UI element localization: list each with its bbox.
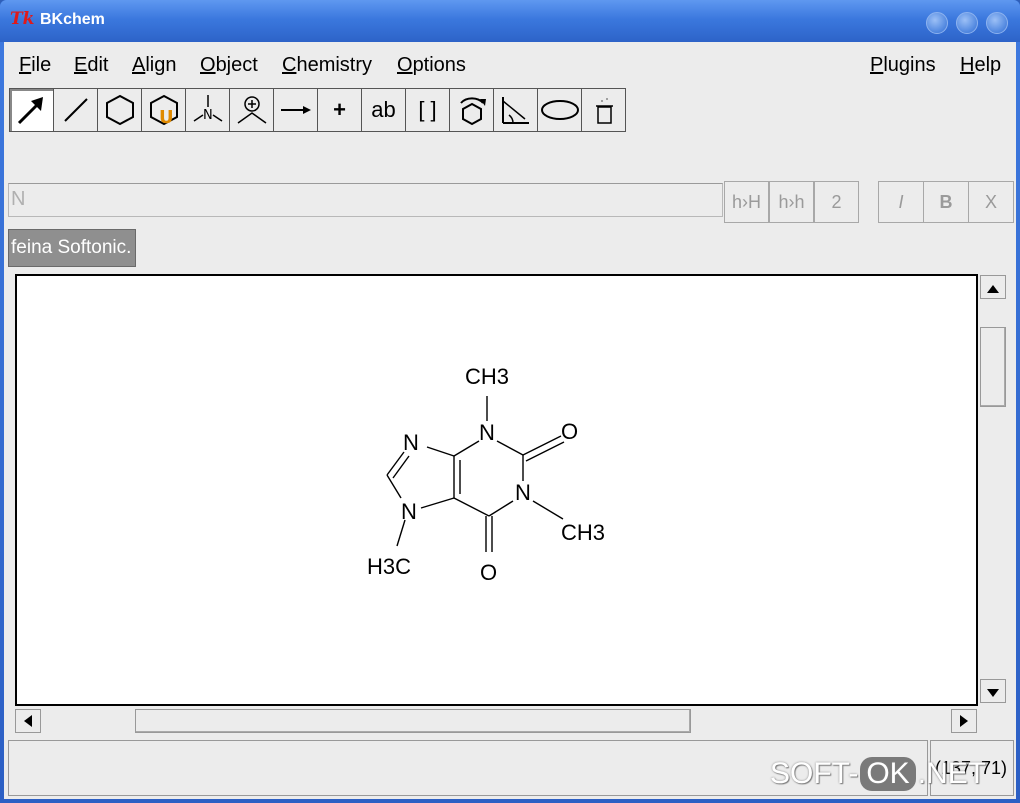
mode-toolbar: U N + ab []: [9, 88, 626, 132]
draw-ellipse-button[interactable]: [537, 88, 582, 132]
menu-align[interactable]: Align: [132, 54, 176, 77]
svg-text:U: U: [159, 107, 174, 127]
plus-button[interactable]: +: [317, 88, 362, 132]
n3-atom-label[interactable]: N: [479, 420, 495, 445]
brackets-icon: [ ]: [418, 97, 437, 122]
menu-plugins[interactable]: Plugins: [870, 54, 936, 77]
caffeine-molecule[interactable]: CH3 N O N CH3 N N H3C O: [17, 276, 976, 704]
n7-atom-label[interactable]: N: [401, 499, 417, 524]
vertical-scroll-thumb[interactable]: [980, 327, 1006, 407]
maximize-button[interactable]: [956, 12, 978, 34]
nitrogen-group-icon: N: [191, 93, 225, 127]
minimize-button[interactable]: [926, 12, 948, 34]
horizontal-scrollbar[interactable]: [15, 707, 978, 735]
svg-text:N: N: [203, 108, 213, 123]
rotate-button[interactable]: [449, 88, 494, 132]
bond-line-icon: [59, 93, 93, 127]
reaction-arrow-button[interactable]: [273, 88, 318, 132]
group-button[interactable]: N: [185, 88, 230, 132]
menu-object[interactable]: Object: [200, 54, 258, 77]
arrow-pointer-icon: [15, 93, 49, 127]
arrow-up-icon: [987, 278, 999, 297]
menu-chemistry[interactable]: Chemistry: [282, 54, 372, 77]
n1-methyl-label[interactable]: CH3: [561, 520, 605, 545]
arrow-right-icon: [960, 712, 968, 731]
scroll-up-button[interactable]: [980, 275, 1006, 299]
user-template-button[interactable]: U: [141, 88, 186, 132]
watermark-right: .NET: [917, 757, 987, 790]
menu-help[interactable]: Help: [960, 54, 1001, 77]
scroll-down-button[interactable]: [980, 679, 1006, 703]
scroll-left-button[interactable]: [15, 709, 41, 733]
watermark-ok: OK: [860, 757, 916, 791]
template-button[interactable]: [97, 88, 142, 132]
o2-atom-label[interactable]: O: [561, 419, 578, 444]
n9-atom-label[interactable]: N: [403, 430, 419, 455]
watermark: SOFT- OK .NET: [770, 757, 986, 791]
horizontal-scroll-thumb[interactable]: [135, 709, 691, 733]
draw-bond-button[interactable]: [53, 88, 98, 132]
bold-button[interactable]: B: [923, 181, 969, 223]
document-tab[interactable]: feina Softonic.: [8, 229, 136, 267]
superscript-format-button[interactable]: h›h: [769, 181, 814, 223]
tk-logo-icon: Tk: [10, 9, 35, 29]
charge-button[interactable]: [229, 88, 274, 132]
window-title: BKchem: [40, 11, 105, 28]
right-arrow-icon: [279, 93, 313, 127]
bond-align-button[interactable]: [493, 88, 538, 132]
numbering-format-button[interactable]: 2: [814, 181, 859, 223]
o6-atom-label[interactable]: O: [480, 560, 497, 585]
italic-button[interactable]: I: [878, 181, 924, 223]
app-client-area: File Edit Align Object Chemistry Options…: [4, 42, 1016, 799]
text-button[interactable]: ab: [361, 88, 406, 132]
vertical-scrollbar[interactable]: [978, 273, 1008, 707]
n1-atom-label[interactable]: N: [515, 480, 531, 505]
n3-methyl-label[interactable]: CH3: [465, 364, 509, 389]
close-button[interactable]: [986, 12, 1008, 34]
watermark-left: SOFT-: [770, 757, 859, 790]
drawing-canvas[interactable]: CH3 N O N CH3 N N H3C O: [15, 274, 978, 706]
charge-plus-icon: [235, 93, 269, 127]
subscript-format-button[interactable]: h›H: [724, 181, 769, 223]
text-icon: ab: [371, 97, 396, 122]
app-window: Tk BKchem File Edit Align Object Chemist…: [0, 0, 1020, 803]
arrow-down-icon: [987, 682, 999, 701]
rotate-icon: [455, 93, 489, 127]
trash-can-icon: [587, 93, 621, 127]
edit-mode-button[interactable]: [9, 88, 54, 132]
bracket-button[interactable]: [ ]: [405, 88, 450, 132]
bond-align-icon: [499, 93, 533, 127]
menu-edit[interactable]: Edit: [74, 54, 108, 77]
menu-file[interactable]: File: [19, 54, 51, 77]
title-bar[interactable]: Tk BKchem: [0, 0, 1020, 42]
ellipse-icon: [540, 93, 580, 127]
scroll-right-button[interactable]: [951, 709, 977, 733]
hexagon-icon: [103, 93, 137, 127]
arrow-left-icon: [24, 712, 32, 731]
menu-bar: File Edit Align Object Chemistry Options…: [4, 42, 1016, 86]
user-template-icon: U: [147, 93, 181, 127]
menu-options[interactable]: Options: [397, 54, 466, 77]
subscript-button[interactable]: X: [968, 181, 1014, 223]
vector-button[interactable]: [581, 88, 626, 132]
plus-icon: +: [333, 97, 346, 122]
n7-methyl-label[interactable]: H3C: [367, 554, 411, 579]
atom-text-input[interactable]: N: [8, 183, 723, 217]
